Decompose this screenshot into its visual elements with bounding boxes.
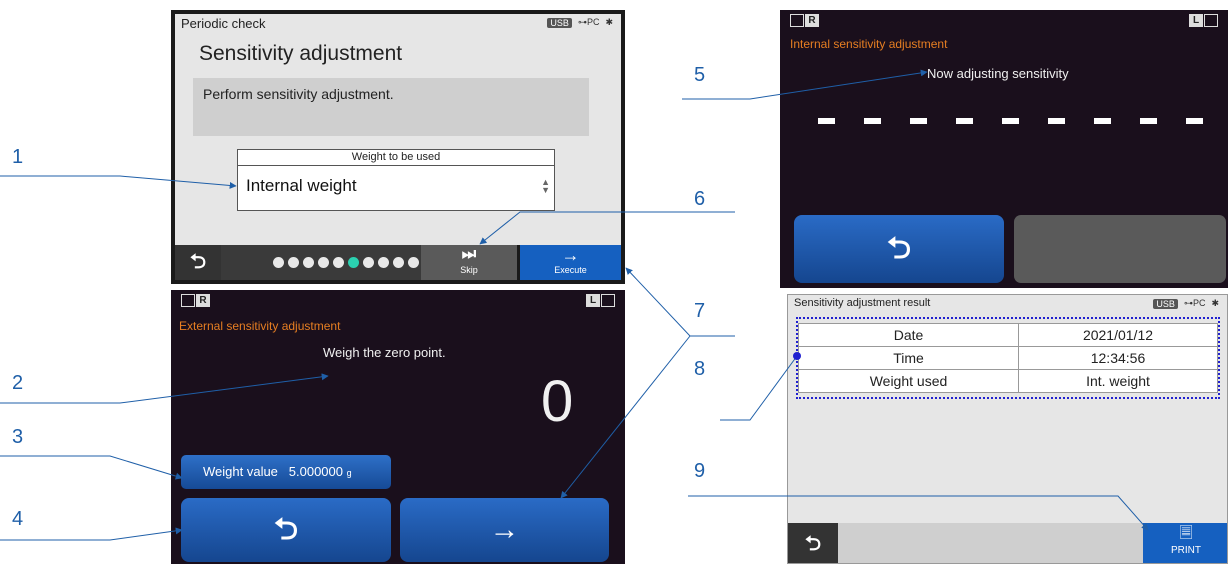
weight-select-value[interactable]: Internal weight ▲ ▼: [238, 166, 554, 206]
progress-dash: [1048, 118, 1065, 124]
callout-4: 4: [12, 508, 24, 530]
progress-dot: [303, 257, 314, 268]
progress-dash: [1094, 118, 1111, 124]
mode-indicator-right: L: [1189, 14, 1218, 27]
weight-value-button[interactable]: Weight value 5.000000 g: [181, 455, 391, 489]
weight-reading: 0: [541, 369, 574, 434]
status-text: Now adjusting sensitivity: [927, 66, 1069, 81]
execute-label: Execute: [554, 265, 587, 275]
next-button[interactable]: →: [400, 498, 609, 562]
progress-dash: [956, 118, 973, 124]
print-label: PRINT: [1171, 545, 1201, 556]
weight-select-label: Weight to be used: [238, 150, 554, 166]
mode-indicator-left: R: [181, 294, 210, 307]
screen-area: Periodic check USB ⊶PC ✱ Sensitivity adj…: [175, 14, 621, 245]
callout-3: 3: [12, 426, 24, 448]
back-button[interactable]: ⮌: [181, 498, 391, 562]
internal-sensitivity-screen: R L Internal sensitivity adjustment Now …: [780, 10, 1228, 288]
progress-dot: [348, 257, 359, 268]
callout-5: 5: [694, 64, 706, 86]
usb-icon: USB: [1153, 298, 1178, 309]
leader-line-7a: [625, 267, 735, 337]
bluetooth-icon: ✱: [1211, 298, 1219, 308]
progress-dash: [1140, 118, 1157, 124]
progress-dash: [1186, 118, 1203, 124]
back-arrow-icon: ⮌: [886, 232, 912, 265]
message-box: Perform sensitivity adjustment.: [193, 78, 589, 136]
mode-indicator-right: L: [586, 294, 615, 307]
progress-dash: [864, 118, 881, 124]
bluetooth-icon: ✱: [605, 17, 613, 27]
back-arrow-icon: ⮌: [273, 513, 299, 546]
callout-8: 8: [694, 358, 706, 380]
progress-dash: [1002, 118, 1019, 124]
pc-icon: ⊶PC: [577, 17, 600, 27]
screen-title: Sensitivity adjustment result: [794, 297, 931, 309]
progress-dashes: [818, 118, 1203, 124]
callout-9: 9: [694, 460, 706, 482]
progress-dot: [333, 257, 344, 268]
back-button[interactable]: ⮌: [175, 245, 221, 280]
mode-indicator-left: R: [790, 14, 819, 27]
highlight-box: [796, 317, 1220, 399]
result-screen: Sensitivity adjustment result USB ⊶PC ✱ …: [787, 294, 1228, 564]
bottom-bar: ⮌ ⏭ Skip → Execute: [175, 245, 621, 280]
print-button[interactable]: 🗏 PRINT: [1143, 523, 1227, 563]
back-button[interactable]: ⮌: [788, 523, 838, 563]
leader-line-3: [0, 455, 183, 480]
instruction-text: Weigh the zero point.: [323, 345, 446, 360]
execute-button[interactable]: → Execute: [520, 245, 621, 280]
leader-line-8: [720, 355, 798, 421]
pc-icon: ⊶PC: [1183, 298, 1206, 308]
skip-label: Skip: [460, 265, 478, 275]
callout-6: 6: [694, 188, 706, 210]
spinner-icon[interactable]: ▲ ▼: [541, 178, 550, 195]
screen-title: Internal sensitivity adjustment: [790, 37, 948, 51]
progress-dot: [378, 257, 389, 268]
callout-2: 2: [12, 372, 24, 394]
weight-select[interactable]: Weight to be used Internal weight ▲ ▼: [237, 149, 555, 211]
bottom-bar: ⮌ 🗏 PRINT: [788, 523, 1227, 563]
callout-1: 1: [12, 146, 24, 168]
back-button[interactable]: ⮌: [794, 215, 1004, 283]
progress-dot: [288, 257, 299, 268]
progress-dot: [408, 257, 419, 268]
callout-7: 7: [694, 300, 706, 322]
progress-dot: [393, 257, 404, 268]
periodic-check-screen: Periodic check USB ⊶PC ✱ Sensitivity adj…: [171, 10, 625, 284]
leader-line-4: [0, 527, 183, 541]
progress-dots: [273, 257, 419, 268]
screen-title: Periodic check: [181, 16, 266, 31]
status-bar: USB ⊶PC ✱: [547, 17, 613, 28]
printer-icon: 🗏: [1179, 525, 1193, 542]
page-title: Sensitivity adjustment: [199, 42, 403, 65]
usb-icon: USB: [547, 17, 572, 28]
status-bar: USB ⊶PC ✱: [1153, 298, 1219, 309]
progress-dot: [318, 257, 329, 268]
arrow-right-icon: →: [489, 513, 520, 546]
progress-dash: [818, 118, 835, 124]
external-sensitivity-screen: R L External sensitivity adjustment Weig…: [171, 290, 625, 564]
progress-dash: [910, 118, 927, 124]
back-arrow-icon: ⮌: [804, 533, 822, 555]
back-arrow-icon: ⮌: [189, 251, 207, 273]
screen-title: External sensitivity adjustment: [179, 319, 341, 333]
arrow-right-icon: →: [561, 245, 580, 265]
progress-area: [221, 245, 421, 280]
progress-dot: [273, 257, 284, 268]
skip-button[interactable]: ⏭ Skip: [421, 245, 517, 280]
progress-dot: [363, 257, 374, 268]
disabled-button: [1014, 215, 1226, 283]
skip-icon: ⏭: [461, 246, 477, 263]
